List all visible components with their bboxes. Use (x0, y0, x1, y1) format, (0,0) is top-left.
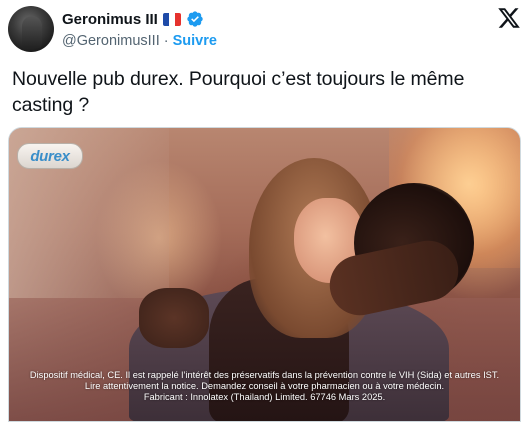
x-logo-icon[interactable] (497, 6, 521, 30)
verified-badge-icon (187, 11, 203, 27)
separator-dot: · (163, 33, 169, 49)
ad-disclaimer: Dispositif médical, CE. Il est rappelé l… (8, 370, 521, 403)
tweet-text: Nouvelle pub durex. Pourquoi c’est toujo… (12, 68, 465, 116)
author-display-name[interactable]: Geronimus III (62, 11, 158, 28)
avatar[interactable] (8, 6, 54, 52)
durex-logo: durex (17, 143, 83, 169)
author-name-row: Geronimus III (62, 9, 204, 29)
disclaimer-line: Fabricant : Innolatex (Thailand) Limited… (143, 392, 386, 402)
tweet-header: Geronimus III @GeronimusIII · Suivre (0, 0, 529, 60)
durex-logo-text: durex (30, 147, 70, 165)
author-handle[interactable]: @GeronimusIII (62, 33, 160, 49)
france-flag-icon (162, 12, 181, 26)
disclaimer-line: Lire attentivement la notice. Demandez c… (84, 381, 445, 391)
disclaimer-line: Dispositif médical, CE. Il est rappelé l… (29, 370, 500, 380)
author-handle-row: @GeronimusIII · Suivre (62, 33, 217, 49)
follow-button[interactable]: Suivre (173, 33, 217, 49)
